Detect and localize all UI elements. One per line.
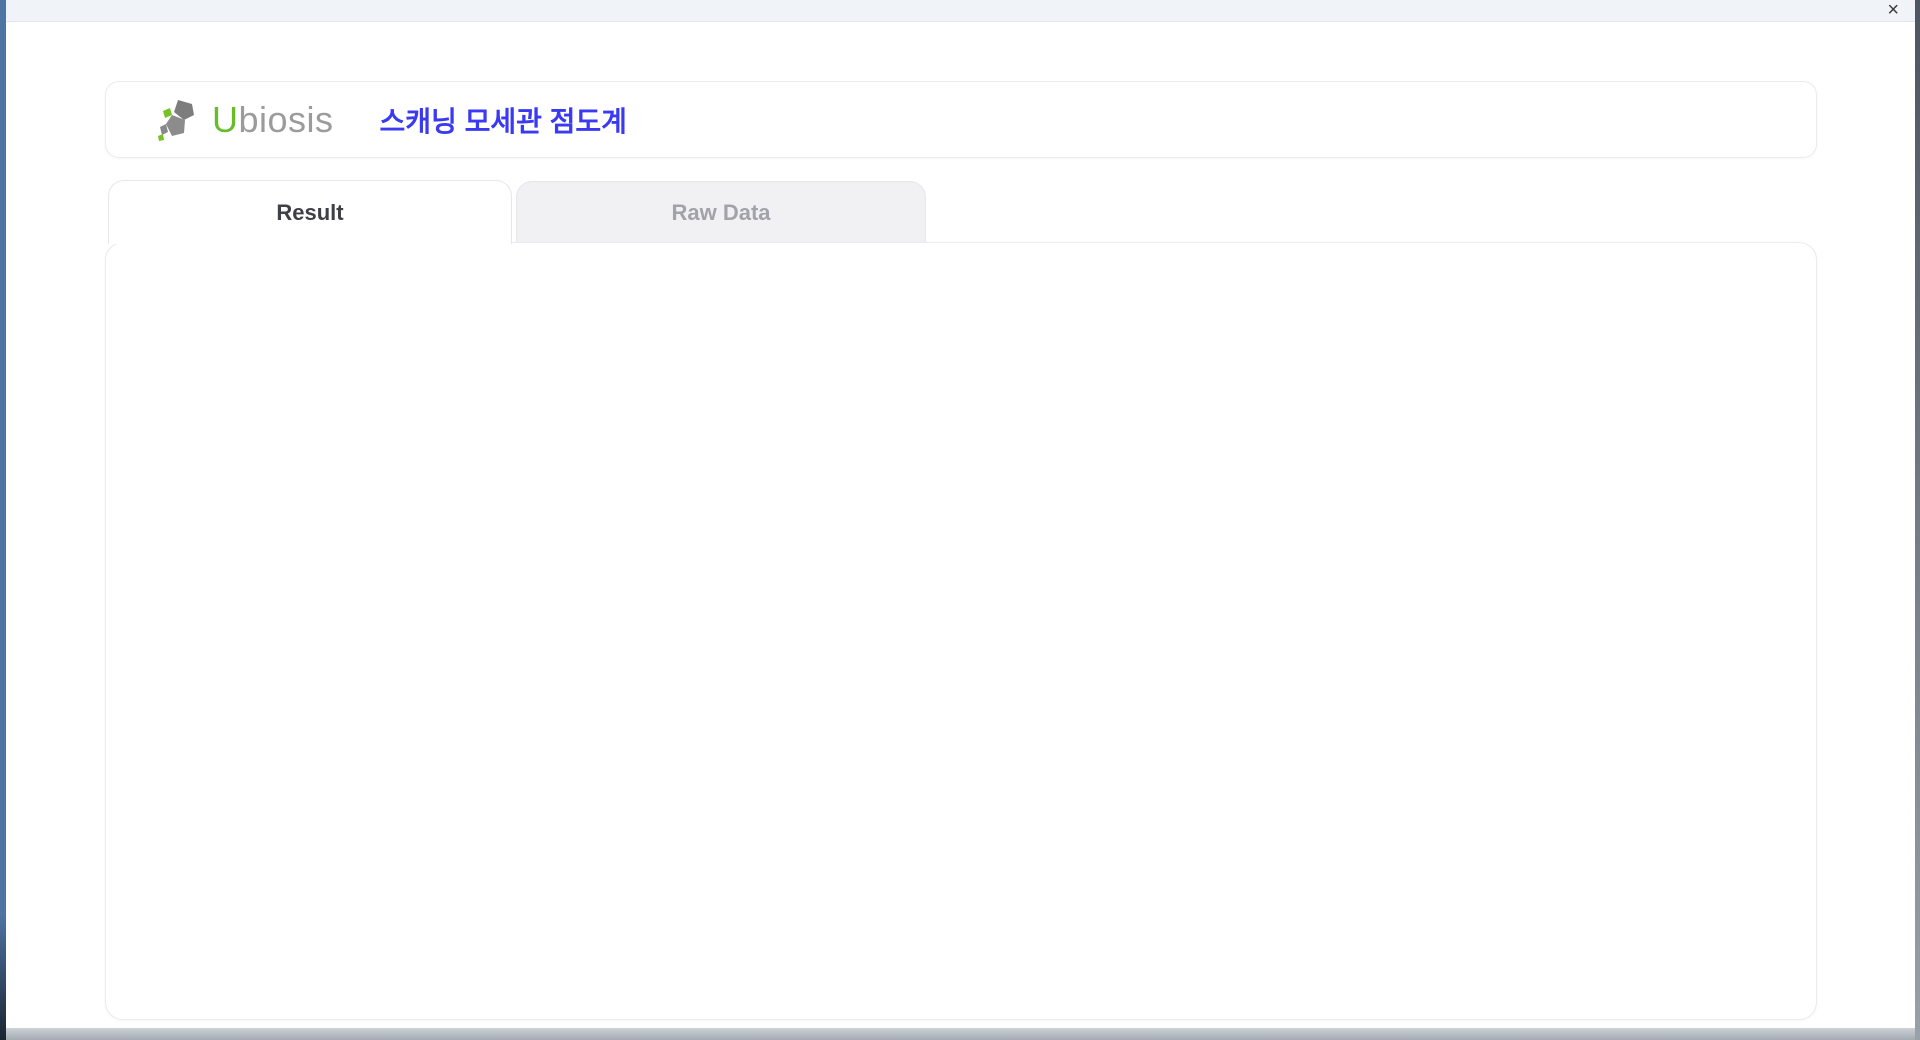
desktop-edge-right: [1915, 0, 1920, 1040]
result-panel: [105, 242, 1817, 1020]
desktop-edge-left: [0, 0, 6, 1040]
window-bottom-edge: [0, 1028, 1920, 1040]
close-icon[interactable]: ×: [1887, 0, 1899, 21]
ubiosis-logo-icon: [154, 98, 202, 142]
window-titlebar: ×: [6, 0, 1915, 22]
header-card: Ubiosis 스캐닝 모세관 점도계: [105, 81, 1817, 158]
tab-result[interactable]: Result: [108, 180, 512, 244]
brand-name: Ubiosis: [212, 99, 334, 141]
page-title: 스캐닝 모세관 점도계: [380, 100, 627, 140]
tab-raw-data[interactable]: Raw Data: [516, 181, 926, 243]
